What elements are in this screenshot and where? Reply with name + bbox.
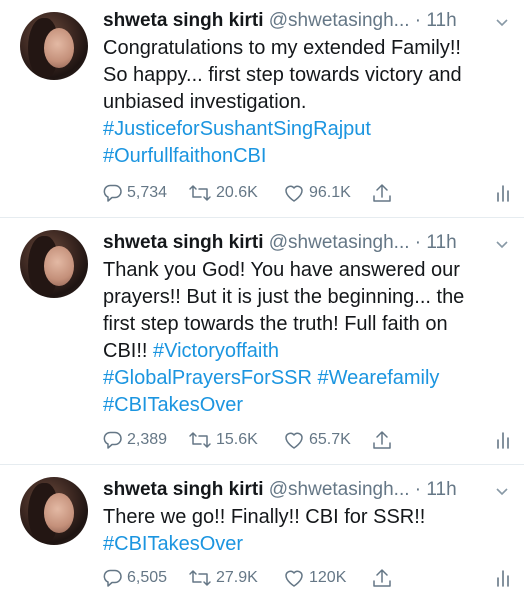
heart-icon bbox=[285, 185, 303, 202]
heart-icon bbox=[285, 432, 303, 449]
handle[interactable]: @shwetasingh... bbox=[269, 232, 410, 253]
tweet-text-segment: first step towards the truth! Full faith… bbox=[103, 313, 448, 335]
tweet-text-line: #CBITakesOver bbox=[103, 531, 513, 558]
retweet-count: 27.9K bbox=[216, 569, 258, 586]
avatar[interactable] bbox=[20, 230, 88, 298]
reply-icon bbox=[103, 431, 122, 449]
tweet-text-segment: CBI!! bbox=[103, 340, 154, 362]
tweet-text-line: first step towards the truth! Full faith… bbox=[103, 311, 513, 338]
tweet-feed: shweta singh kirti @shwetasingh... · 11h… bbox=[0, 0, 524, 594]
analytics-icon[interactable] bbox=[493, 568, 513, 588]
tweet-text-line: CBI!! #Victoryoffaith bbox=[103, 338, 513, 365]
avatar[interactable] bbox=[20, 477, 88, 545]
tweet-text-segment: So happy... first step towards victory a… bbox=[103, 64, 462, 86]
tweet-text-segment: Congratulations to my extended Family!! bbox=[103, 37, 461, 59]
retweet-icon bbox=[189, 432, 211, 448]
reply-button[interactable]: 5,734 bbox=[103, 181, 167, 205]
retweet-button[interactable]: 15.6K bbox=[188, 428, 258, 452]
tweet-text-segment: There we go!! Finally!! CBI for SSR!! bbox=[103, 506, 426, 528]
tweet-text-segment: unbiased investigation. bbox=[103, 91, 307, 113]
like-button[interactable]: 65.7K bbox=[283, 428, 351, 452]
tweet-text: There we go!! Finally!! CBI for SSR!! #CB… bbox=[103, 504, 513, 558]
tweet-text-line: #JusticeforSushantSingRajput bbox=[103, 116, 513, 143]
share-icon bbox=[373, 431, 391, 449]
share-button[interactable] bbox=[371, 181, 393, 205]
hashtag-link[interactable]: #Victoryoffaith bbox=[153, 340, 279, 362]
like-count: 120K bbox=[309, 569, 347, 586]
tweet-text-line: So happy... first step towards victory a… bbox=[103, 62, 513, 89]
like-button[interactable]: 96.1K bbox=[283, 181, 351, 205]
analytics-icon[interactable] bbox=[493, 430, 513, 450]
hashtag-link[interactable]: #GlobalPrayersForSSR #Wearefamily bbox=[103, 367, 439, 389]
retweet-icon bbox=[189, 570, 211, 586]
tweet-text-line: There we go!! Finally!! CBI for SSR!! bbox=[103, 504, 513, 531]
handle[interactable]: @shwetasingh... bbox=[269, 10, 410, 31]
handle[interactable]: @shwetasingh... bbox=[269, 479, 410, 500]
like-button[interactable]: 120K bbox=[283, 566, 346, 590]
timestamp[interactable]: · 11h bbox=[415, 10, 457, 31]
display-name[interactable]: shweta singh kirti bbox=[103, 232, 263, 253]
display-name[interactable]: shweta singh kirti bbox=[103, 10, 263, 31]
hashtag-link[interactable]: #JusticeforSushantSingRajput bbox=[103, 118, 371, 140]
reply-count: 5,734 bbox=[127, 184, 168, 201]
tweet-text-segment: prayers!! But it is just the beginning..… bbox=[103, 286, 465, 308]
tweet-text-segment: Thank you God! You have answered our bbox=[103, 259, 460, 281]
share-icon bbox=[373, 184, 391, 202]
tweet[interactable]: shweta singh kirti @shwetasingh... · 11h… bbox=[0, 465, 524, 594]
analytics-icon[interactable] bbox=[493, 183, 513, 203]
tweet-header: shweta singh kirti @shwetasingh... · 11h bbox=[103, 475, 457, 505]
reply-icon bbox=[103, 184, 122, 202]
tweet-header: shweta singh kirti @shwetasingh... · 11h bbox=[103, 228, 457, 258]
tweet[interactable]: shweta singh kirti @shwetasingh... · 11h… bbox=[0, 218, 524, 464]
tweet-actions: 5,734 20.6K 96.1K bbox=[103, 181, 513, 205]
tweet-text-line: #GlobalPrayersForSSR #Wearefamily bbox=[103, 365, 513, 392]
tweet-text-line: unbiased investigation. bbox=[103, 89, 513, 116]
tweet-text: Thank you God! You have answered our pray… bbox=[103, 257, 513, 419]
tweet-actions: 2,389 15.6K 65.7K bbox=[103, 428, 513, 452]
tweet-text: Congratulations to my extended Family!! S… bbox=[103, 35, 513, 170]
timestamp[interactable]: · 11h bbox=[415, 479, 457, 500]
reply-icon bbox=[103, 569, 122, 587]
hashtag-link[interactable]: #CBITakesOver bbox=[103, 394, 243, 416]
avatar[interactable] bbox=[20, 12, 88, 80]
reply-button[interactable]: 2,389 bbox=[103, 428, 167, 452]
tweet[interactable]: shweta singh kirti @shwetasingh... · 11h… bbox=[0, 0, 524, 217]
tweet-header: shweta singh kirti @shwetasingh... · 11h bbox=[103, 6, 457, 36]
tweet-text-line: #CBITakesOver bbox=[103, 392, 513, 419]
retweet-button[interactable]: 20.6K bbox=[188, 181, 258, 205]
chevron-down-icon[interactable] bbox=[494, 236, 510, 252]
timestamp[interactable]: · 11h bbox=[415, 232, 457, 253]
share-button[interactable] bbox=[371, 566, 393, 590]
display-name[interactable]: shweta singh kirti bbox=[103, 479, 263, 500]
retweet-icon bbox=[189, 185, 211, 201]
retweet-count: 15.6K bbox=[216, 431, 258, 448]
chevron-down-icon[interactable] bbox=[494, 483, 510, 499]
like-count: 96.1K bbox=[309, 184, 351, 201]
hashtag-link[interactable]: #CBITakesOver bbox=[103, 533, 243, 555]
reply-count: 6,505 bbox=[127, 569, 168, 586]
hashtag-link[interactable]: #OurfullfaithonCBI bbox=[103, 145, 266, 167]
tweet-actions: 6,505 27.9K 120K bbox=[103, 566, 513, 590]
retweet-count: 20.6K bbox=[216, 184, 258, 201]
tweet-text-line: #OurfullfaithonCBI bbox=[103, 143, 513, 170]
reply-button[interactable]: 6,505 bbox=[103, 566, 167, 590]
retweet-button[interactable]: 27.9K bbox=[188, 566, 258, 590]
tweet-text-line: prayers!! But it is just the beginning..… bbox=[103, 284, 513, 311]
share-button[interactable] bbox=[371, 428, 393, 452]
tweet-text-line: Congratulations to my extended Family!! bbox=[103, 35, 513, 62]
like-count: 65.7K bbox=[309, 431, 351, 448]
reply-count: 2,389 bbox=[127, 431, 168, 448]
chevron-down-icon[interactable] bbox=[494, 14, 510, 30]
share-icon bbox=[373, 569, 391, 587]
heart-icon bbox=[285, 570, 303, 587]
tweet-text-line: Thank you God! You have answered our bbox=[103, 257, 513, 284]
